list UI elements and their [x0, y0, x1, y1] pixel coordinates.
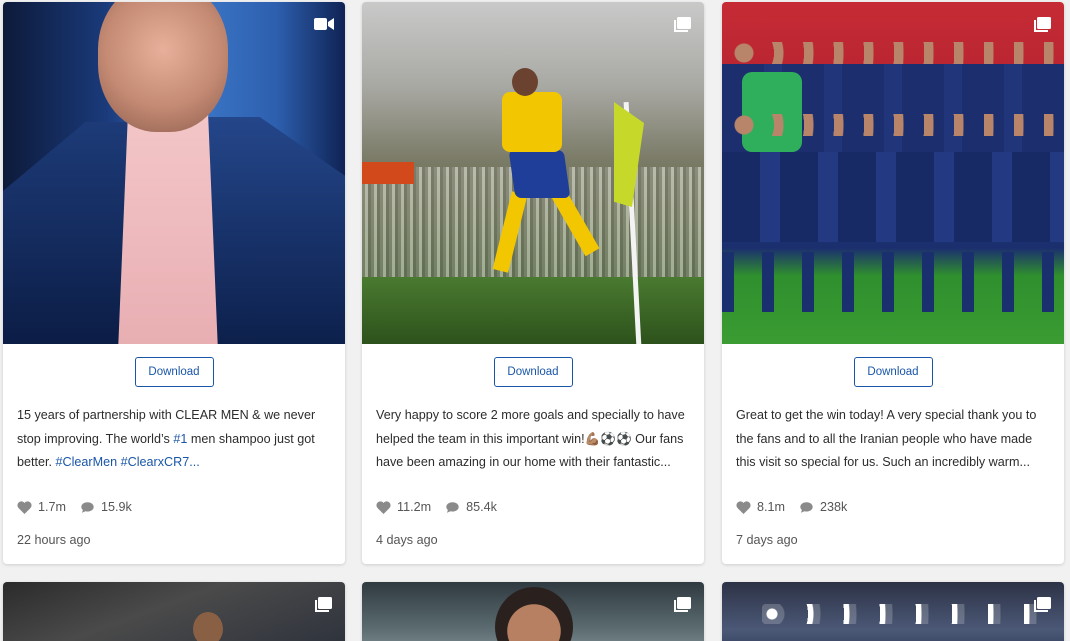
likes-count: 8.1m — [757, 500, 785, 514]
comments-count: 15.9k — [101, 500, 132, 514]
post-card: Download Very happy to score 2 more goal… — [362, 2, 704, 564]
hashtag-link[interactable]: #ClearxCR7... — [121, 455, 200, 469]
post-caption: Great to get the win today! A very speci… — [736, 408, 1037, 469]
carousel-icon — [1034, 17, 1051, 32]
comments-count: 85.4k — [466, 500, 497, 514]
video-icon — [314, 18, 334, 30]
download-button[interactable]: Download — [134, 357, 214, 387]
likes-count: 11.2m — [397, 500, 432, 514]
comments-count: 238k — [820, 500, 848, 514]
likes-count: 1.7m — [38, 500, 66, 514]
post-image[interactable] — [3, 582, 345, 641]
post-caption: Very happy to score 2 more goals and spe… — [376, 408, 685, 469]
comment-icon — [800, 501, 813, 513]
hashtag-link[interactable]: #1 — [173, 432, 187, 446]
carousel-icon — [674, 17, 691, 32]
carousel-icon — [315, 597, 332, 612]
post-image[interactable] — [3, 2, 345, 344]
post-image[interactable] — [362, 2, 704, 344]
heart-icon — [17, 500, 32, 514]
post-caption: 15 years of partnership with CLEAR MEN &… — [17, 408, 316, 469]
download-button[interactable]: Download — [853, 357, 933, 387]
carousel-icon — [1034, 597, 1051, 612]
comment-icon — [81, 501, 94, 513]
post-card: Download 15 years of partnership with CL… — [3, 2, 345, 564]
comment-icon — [446, 501, 459, 513]
download-button[interactable]: Download — [493, 357, 573, 387]
post-card: Download Great to get the win today! A v… — [722, 2, 1064, 564]
heart-icon — [736, 500, 751, 514]
post-time: 22 hours ago — [17, 533, 91, 547]
post-time: 7 days ago — [736, 533, 798, 547]
carousel-icon — [674, 597, 691, 612]
hashtag-link[interactable]: #ClearMen — [56, 455, 118, 469]
post-image[interactable] — [722, 2, 1064, 344]
post-card — [3, 582, 345, 641]
post-time: 4 days ago — [376, 533, 438, 547]
post-card — [362, 582, 704, 641]
post-image[interactable] — [362, 582, 704, 641]
heart-icon — [376, 500, 391, 514]
post-image[interactable] — [722, 582, 1064, 641]
post-card — [722, 582, 1064, 641]
